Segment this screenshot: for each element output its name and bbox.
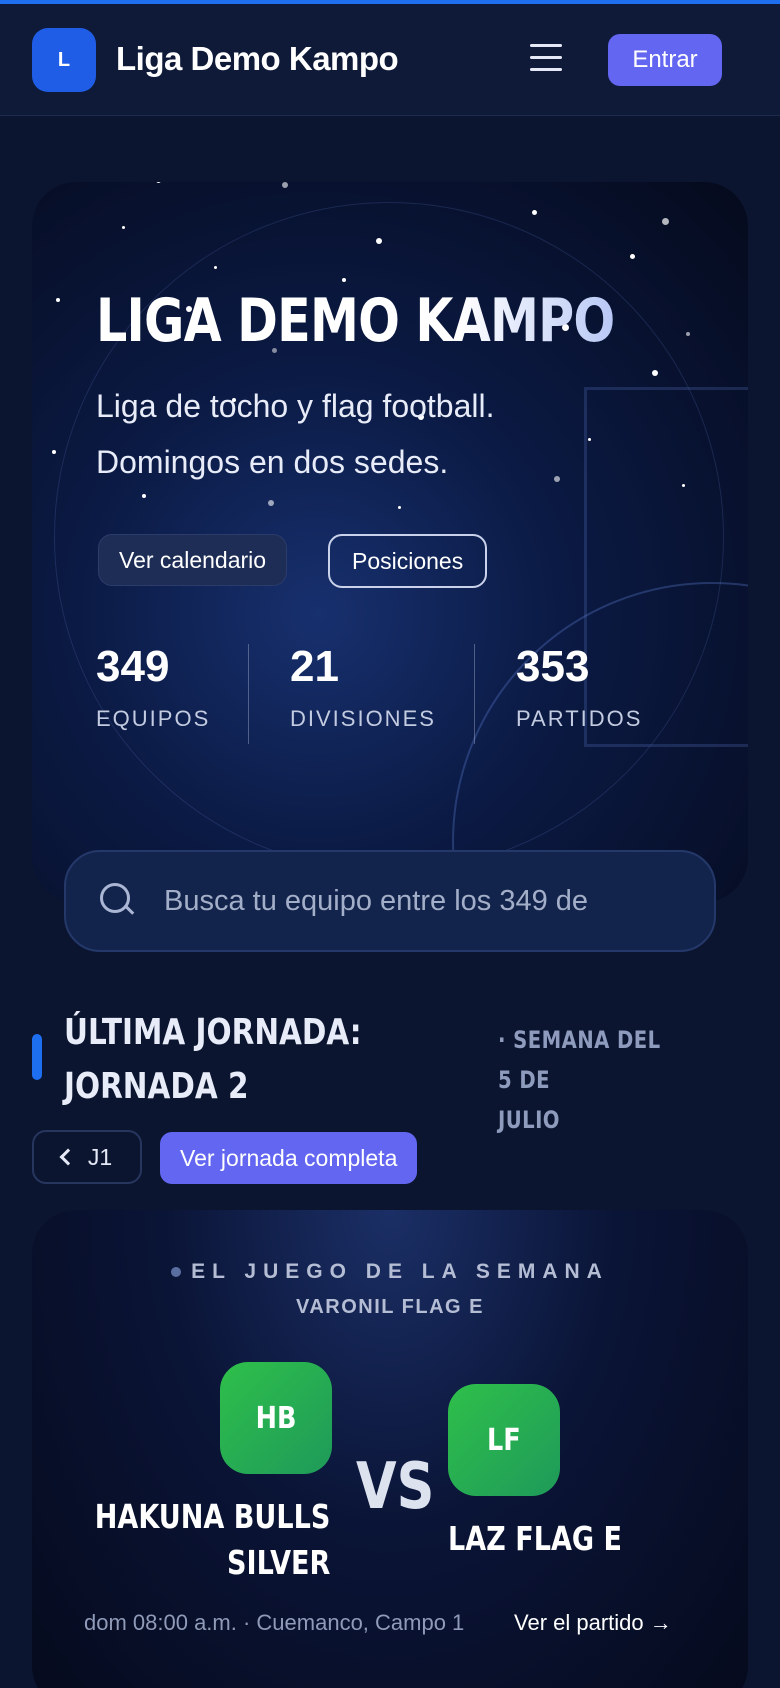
stat-divider [248,644,249,744]
home-team-initials: HB [255,1400,297,1436]
stat-value: 353 [516,642,590,691]
game-division: VARONIL FLAG E [295,1296,485,1318]
away-team-initials: LF [487,1422,521,1458]
jornada-week-line2: JULIO [498,1106,560,1134]
enter-button[interactable]: Entrar [608,34,722,86]
previous-jornada-button[interactable]: J1 [32,1130,142,1184]
stat-value: 21 [290,642,339,691]
site-header: L Liga Demo Kampo Entrar [0,4,780,116]
stat-matches: 353 PARTIDOS [516,642,642,732]
jornada-week: · SEMANA DEL 5 DE JULIO [498,1020,678,1140]
full-jornada-button[interactable]: Ver jornada completa [160,1132,418,1184]
versus-label: VS [356,1450,435,1524]
game-tag-text: EL JUEGO DE LA SEMANA [191,1260,609,1283]
game-info: dom 08:00 a.m. · Cuemanco, Campo 1 [84,1610,465,1635]
tag-dot-icon [171,1267,182,1278]
away-team-badge[interactable]: LF [448,1384,560,1496]
standings-button[interactable]: Posiciones [328,534,488,588]
team-search-input[interactable] [164,884,684,918]
jornada-week-line1: · SEMANA DEL 5 DE [498,1026,661,1094]
home-team-name-line1: HAKUNA BULLS [94,1497,330,1536]
game-of-week-tag: EL JUEGO DE LA SEMANA [32,1260,748,1284]
hero-subtitle: Liga de tocho y flag football. Domingos … [96,388,495,480]
view-match-link[interactable]: Ver el partido → [514,1610,672,1636]
stat-teams: 349 EQUIPOS [96,642,210,732]
stat-label: EQUIPOS [96,706,211,731]
away-team-name[interactable]: LAZ FLAG E [448,1516,622,1562]
stat-divider [474,644,475,744]
hero-card: LIGA DEMO KAMPO Liga de tocho y flag foo… [32,182,748,902]
menu-icon[interactable] [530,44,562,74]
previous-jornada-label: J1 [87,1143,113,1170]
league-name[interactable]: Liga Demo Kampo [116,40,399,78]
logo-letter: L [57,48,71,71]
stat-value: 349 [96,642,170,691]
team-search-bar[interactable] [64,850,716,952]
hero-title: LIGA DEMO KAMPO [96,286,615,356]
chevron-left-icon [59,1148,77,1166]
league-logo[interactable]: L [32,28,96,92]
search-icon [100,883,136,919]
jornada-title-line2: JORNADA 2 [64,1066,249,1107]
home-team-name[interactable]: HAKUNA BULLS SILVER [94,1494,330,1586]
jornada-title: ÚLTIMA JORNADA: JORNADA 2 [64,1006,362,1114]
game-of-week-card: EL JUEGO DE LA SEMANA VARONIL FLAG E HB … [32,1210,748,1688]
jornada-title-line1: ÚLTIMA JORNADA: [64,1012,362,1053]
stat-label: PARTIDOS [516,706,643,731]
home-team-badge[interactable]: HB [220,1362,332,1474]
section-accent-bar [32,1034,42,1080]
stat-divisions: 21 DIVISIONES [290,642,436,732]
stat-label: DIVISIONES [290,706,436,731]
calendar-button[interactable]: Ver calendario [98,534,288,586]
home-team-name-line2: SILVER [226,1543,330,1582]
